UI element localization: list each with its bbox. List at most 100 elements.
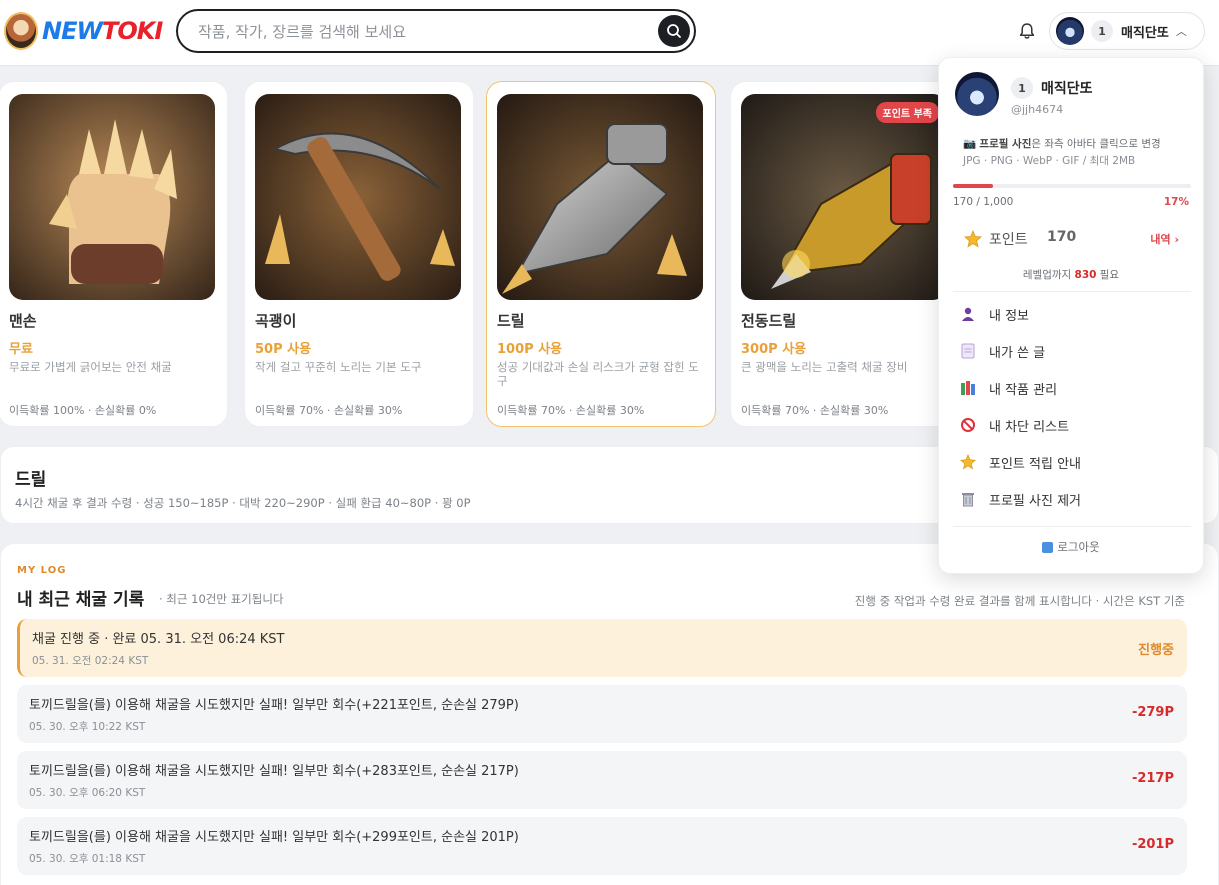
logo-mascot-icon [4,12,38,50]
tool-desc: 큰 광맥을 노리는 고출력 채굴 장비 [741,360,908,374]
log-row-time: 05. 30. 오후 10:22 KST [29,721,146,733]
logout-button[interactable]: 로그아웃 [939,539,1203,555]
log-kicker: MY LOG [17,565,67,576]
profile-handle: @jjh4674 [1011,103,1064,116]
star-icon [955,453,981,471]
photo-hint-label: 프로필 사진 [979,138,1032,150]
photo-hint: 📷 프로필 사진은 좌측 아바타 클릭으로 변경 [963,136,1161,151]
tool-odds: 이득확률 100% · 손실확률 0% [9,404,157,417]
menu-item-label: 포인트 적립 안내 [989,456,1081,472]
prohibited-icon [955,416,981,434]
menu-item-remove-photo[interactable]: 프로필 사진 제거 [953,484,1191,514]
avatar [1056,17,1084,45]
tool-image-drill [497,94,703,300]
person-icon [955,305,981,323]
tool-price: 50P 사용 [255,342,312,357]
level-badge: 1 [1091,20,1113,42]
search-bar [176,9,696,53]
menu-item-label: 내가 쓴 글 [989,345,1046,361]
exp-progress-fill [953,184,994,188]
search-input[interactable] [198,21,638,43]
log-title: 내 최근 채굴 기록 [17,590,145,610]
tool-name: 전동드릴 [741,312,797,330]
levelup-post: 필요 [1096,269,1120,281]
log-row-time: 05. 31. 오전 02:24 KST [32,655,149,667]
tool-odds: 이득확률 70% · 손실확률 30% [497,404,645,417]
exp-percent: 17% [1163,196,1189,208]
document-icon [955,342,981,360]
log-row: 토끼드릴을(를) 이용해 채굴을 시도했지만 실패! 일부만 회수(+299포인… [17,817,1187,875]
level-badge: 1 [1011,77,1033,99]
points-label: 포인트 [989,232,1028,248]
exp-progress-bar [953,184,1191,188]
profile-avatar[interactable] [955,72,999,116]
logo-text: NEWTOKI [42,17,163,45]
log-row-text: 채굴 진행 중 · 완료 05. 31. 오전 06:24 KST [32,632,285,647]
site-logo[interactable]: NEWTOKI [4,12,163,50]
chevron-up-icon: ︿ [1175,25,1187,38]
photo-hint-text: 은 좌측 아바타 클릭으로 변경 [1031,138,1161,150]
log-row-time: 05. 30. 오후 01:18 KST [29,853,146,865]
menu-item-points-guide[interactable]: 포인트 적립 안내 [953,447,1191,477]
search-icon [667,24,681,38]
tool-image-power-drill: 포인트 부족 [741,94,947,300]
log-row: 토끼드릴을(를) 이용해 채굴을 시도했지만 실패! 일부만 회수(+283포인… [17,751,1187,809]
mining-log-section: MY LOG 내 최근 채굴 기록 · 최근 10건만 표기됩니다 진행 중 작… [0,543,1219,885]
menu-item-label: 내 정보 [989,308,1030,324]
star-icon [964,230,982,248]
levelup-pre: 레벨업까지 [1022,269,1075,281]
log-row-result: -201P [1131,837,1174,852]
detail-subtitle: 4시간 채굴 후 결과 수령 · 성공 150~185P · 대박 220~29… [15,496,471,510]
tool-name: 드릴 [497,312,525,330]
menu-item-label: 내 차단 리스트 [989,419,1070,435]
log-row-result: -279P [1131,705,1174,720]
photo-format-hint: JPG · PNG · WebP · GIF / 최대 2MB [963,155,1136,167]
menu-item-my-posts[interactable]: 내가 쓴 글 [953,336,1191,366]
log-row-text: 토끼드릴을(를) 이용해 채굴을 시도했지만 실패! 일부만 회수(+299포인… [29,830,519,845]
tool-odds: 이득확률 70% · 손실확률 30% [741,404,889,417]
tool-name: 맨손 [9,312,37,330]
user-name: 매직단또 [1121,25,1169,41]
tool-desc: 성공 기대값과 손실 리스크가 균형 잡힌 도구 [497,360,699,388]
levelup-value: 830 [1074,269,1097,281]
profile-name: 매직단또 [1041,81,1093,97]
tool-card-pickaxe[interactable]: 곡괭이 50P 사용 작게 걸고 꾸준히 노리는 기본 도구 이득확률 70% … [244,81,474,427]
books-icon [955,379,981,397]
logo-new: NEW [42,17,103,45]
logo-toki: TOKI [101,17,163,45]
insufficient-points-badge: 포인트 부족 [875,102,939,123]
points-row: 포인트 170 내역 › [953,224,1191,254]
log-row-result: 진행중 [1138,643,1174,658]
log-row-text: 토끼드릴을(를) 이용해 채굴을 시도했지만 실패! 일부만 회수(+221포인… [29,698,519,713]
menu-item-label: 내 작품 관리 [989,382,1058,398]
tool-card-bare-hand[interactable]: 맨손 무료 무료로 가볍게 긁어보는 안전 채굴 이득확률 100% · 손실확… [0,81,228,427]
log-row: 채굴 진행 중 · 완료 05. 31. 오전 06:24 KST 05. 31… [17,619,1187,677]
tool-card-drill[interactable]: 드릴 100P 사용 성공 기대값과 손실 리스크가 균형 잡힌 도구 이득확률… [486,81,716,427]
tool-odds: 이득확률 70% · 손실확률 30% [255,404,403,417]
logout-label: 로그아웃 [1057,540,1100,554]
detail-title: 드릴 [15,470,47,490]
points-value: 170 [1047,229,1077,245]
tool-desc: 작게 걸고 꾸준히 노리는 기본 도구 [255,360,422,374]
bell-icon[interactable] [1017,21,1037,41]
exp-text: 170 / 1,000 [953,196,1014,208]
log-row-text: 토끼드릴을(를) 이용해 채굴을 시도했지만 실패! 일부만 회수(+283포인… [29,764,519,779]
log-note: · 최근 10건만 표기됩니다 [159,592,284,606]
log-row-time: 05. 30. 오후 06:20 KST [29,787,146,799]
menu-item-label: 프로필 사진 제거 [989,493,1081,509]
log-row-result: -217P [1131,771,1174,786]
menu-item-manage-works[interactable]: 내 작품 관리 [953,373,1191,403]
tool-card-power-drill[interactable]: 포인트 부족 전동드릴 300P 사용 큰 광맥을 노리는 고출력 채굴 장비 … [730,81,960,427]
points-history-link[interactable]: 내역 › [1150,231,1179,247]
search-button[interactable] [658,15,690,47]
user-dropdown-menu: 1 매직단또 @jjh4674 📷 프로필 사진은 좌측 아바타 클릭으로 변경… [938,57,1204,574]
user-menu-button[interactable]: 1 매직단또 ︿ [1049,12,1205,50]
logout-icon [1042,541,1054,553]
tool-price: 100P 사용 [497,342,563,357]
menu-item-my-info[interactable]: 내 정보 [953,299,1191,329]
menu-item-block-list[interactable]: 내 차단 리스트 [953,410,1191,440]
log-right-note: 진행 중 작업과 수령 완료 결과를 함께 표시합니다 · 시간은 KST 기준 [854,594,1185,608]
tool-image-pickaxe [255,94,461,300]
trash-icon [955,490,981,508]
tool-price: 300P 사용 [741,342,807,357]
